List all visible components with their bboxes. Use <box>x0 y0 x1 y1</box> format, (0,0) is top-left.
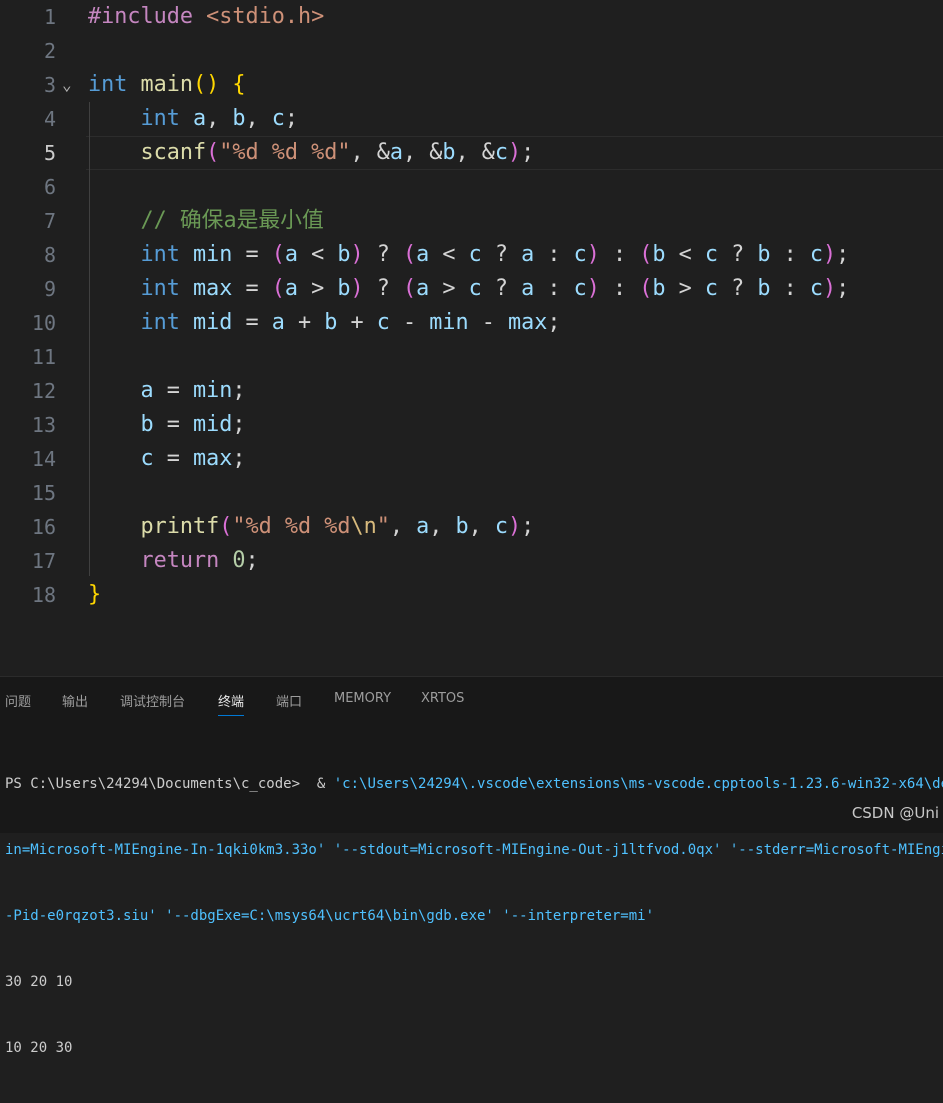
line-text: } <box>88 582 102 607</box>
line-text: // 确保a是最小值 <box>140 208 324 233</box>
line-text: int mid = a + b + c - min - max; <box>140 310 561 335</box>
tab-ports[interactable]: 端口 <box>276 691 302 710</box>
code-line[interactable]: 4 int a, b, c; <box>0 102 943 136</box>
tab-terminal[interactable]: 终端 <box>218 691 245 716</box>
line-number: 11 <box>31 345 56 369</box>
terminal-cmd-wrap: in=Microsoft-MIEngine-In-1qki0km3.33o' '… <box>5 842 943 858</box>
line-text: b = mid; <box>140 412 246 437</box>
line-number: 16 <box>31 515 56 539</box>
line-text: printf("%d %d %d\n", a, b, c); <box>140 514 535 539</box>
tab-xrtos[interactable]: XRTOS <box>421 691 464 706</box>
line-text: scanf("%d %d %d", &a, &b, &c); <box>140 140 535 165</box>
line-number: 13 <box>31 413 56 437</box>
line-text: #include <stdio.h> <box>88 4 325 29</box>
code-line[interactable]: 16 printf("%d %d %d\n", a, b, c); <box>0 510 943 544</box>
line-number: 9 <box>43 277 56 301</box>
line-number: 4 <box>43 107 56 131</box>
code-line[interactable]: 11 <box>0 340 943 374</box>
line-number: 7 <box>43 209 56 233</box>
code-line[interactable]: 14 c = max; <box>0 442 943 476</box>
line-number: 6 <box>43 175 56 199</box>
bottom-panel: 问题 输出 调试控制台 终端 端口 MEMORY XRTOS PS C:\Use… <box>0 676 943 1056</box>
tab-output[interactable]: 输出 <box>62 691 88 710</box>
line-number: 5 <box>43 141 56 165</box>
terminal-cmd: 'c:\Users\24294\.vscode\extensions\ms-vs… <box>333 776 943 792</box>
line-number: 14 <box>31 447 56 471</box>
code-line[interactable]: 5 scanf("%d %d %d", &a, &b, &c); <box>0 136 943 170</box>
code-line[interactable]: 1 #include <stdio.h> <box>0 0 943 34</box>
terminal-command-line: PS C:\Users\24294\Documents\c_code> & 'c… <box>5 773 943 795</box>
code-line[interactable]: 2 <box>0 34 943 68</box>
code-line[interactable]: 15 <box>0 476 943 510</box>
terminal-cmd-wrap: -Pid-e0rqzot3.siu' '--dbgExe=C:\msys64\u… <box>5 908 655 924</box>
tab-debug-console[interactable]: 调试控制台 <box>120 691 185 710</box>
line-text: int max = (a > b) ? (a > c ? a : c) : (b… <box>140 276 850 301</box>
line-text: a = min; <box>140 378 246 403</box>
line-text: return 0; <box>140 548 259 573</box>
line-number: 17 <box>31 549 56 573</box>
line-number: 12 <box>31 379 56 403</box>
line-text: c = max; <box>140 446 246 471</box>
code-line[interactable]: 12 a = min; <box>0 374 943 408</box>
line-number: 1 <box>43 5 56 29</box>
terminal-amp: & <box>308 776 334 792</box>
code-line[interactable]: 7 // 确保a是最小值 <box>0 204 943 238</box>
line-number: 2 <box>43 39 56 63</box>
code-line[interactable]: 9 int max = (a > b) ? (a > c ? a : c) : … <box>0 272 943 306</box>
terminal-output[interactable]: PS C:\Users\24294\Documents\c_code> & 'c… <box>5 729 943 1103</box>
line-number: 8 <box>43 243 56 267</box>
terminal-output-line: 30 20 10 <box>5 974 73 990</box>
line-number: 18 <box>31 583 56 607</box>
chevron-down-icon[interactable]: ⌄ <box>62 68 72 102</box>
code-editor[interactable]: 1 #include <stdio.h> 2 3 ⌄ int main() { … <box>0 0 943 676</box>
terminal-prompt: PS C:\Users\24294\Documents\c_code> <box>5 776 309 792</box>
code-line[interactable]: 17 return 0; <box>0 544 943 578</box>
code-line[interactable]: 18 } <box>0 578 943 612</box>
line-text: int min = (a < b) ? (a < c ? a : c) : (b… <box>140 242 850 267</box>
code-line[interactable]: 10 int mid = a + b + c - min - max; <box>0 306 943 340</box>
tab-problems[interactable]: 问题 <box>5 691 31 710</box>
tab-memory[interactable]: MEMORY <box>334 691 391 706</box>
line-number: 3 <box>43 73 56 97</box>
line-number: 10 <box>31 311 56 335</box>
line-text: int a, b, c; <box>140 106 299 131</box>
line-number: 15 <box>31 481 56 505</box>
code-line[interactable]: 6 <box>0 170 943 204</box>
code-line[interactable]: 13 b = mid; <box>0 408 943 442</box>
terminal-output-line: 10 20 30 <box>5 1040 73 1056</box>
code-line[interactable]: 8 int min = (a < b) ? (a < c ? a : c) : … <box>0 238 943 272</box>
watermark: CSDN @Uni <box>851 804 939 822</box>
panel-tabs: 问题 输出 调试控制台 终端 端口 MEMORY XRTOS <box>0 677 943 723</box>
line-text: int main() { <box>88 72 246 97</box>
code-line[interactable]: 3 ⌄ int main() { <box>0 68 943 102</box>
